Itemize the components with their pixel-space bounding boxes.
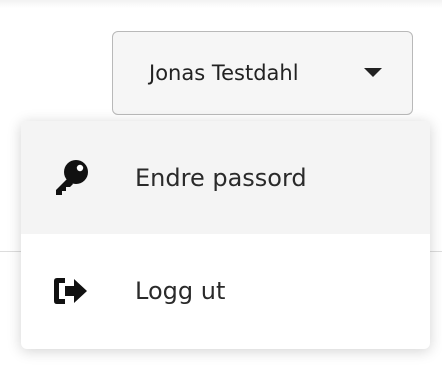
top-shadow (0, 0, 442, 8)
user-menu-button[interactable]: Jonas Testdahl (112, 31, 413, 115)
menu-item-label: Endre passord (135, 163, 307, 192)
key-icon (51, 158, 91, 198)
caret-down-icon (364, 68, 382, 77)
menu-item-change-password[interactable]: Endre passord (21, 121, 430, 234)
menu-item-logout[interactable]: Logg ut (21, 234, 430, 347)
user-dropdown-menu: Endre passord Logg ut (21, 121, 430, 349)
menu-item-label: Logg ut (135, 276, 226, 305)
sign-out-icon (51, 271, 91, 311)
username-label: Jonas Testdahl (149, 61, 299, 85)
